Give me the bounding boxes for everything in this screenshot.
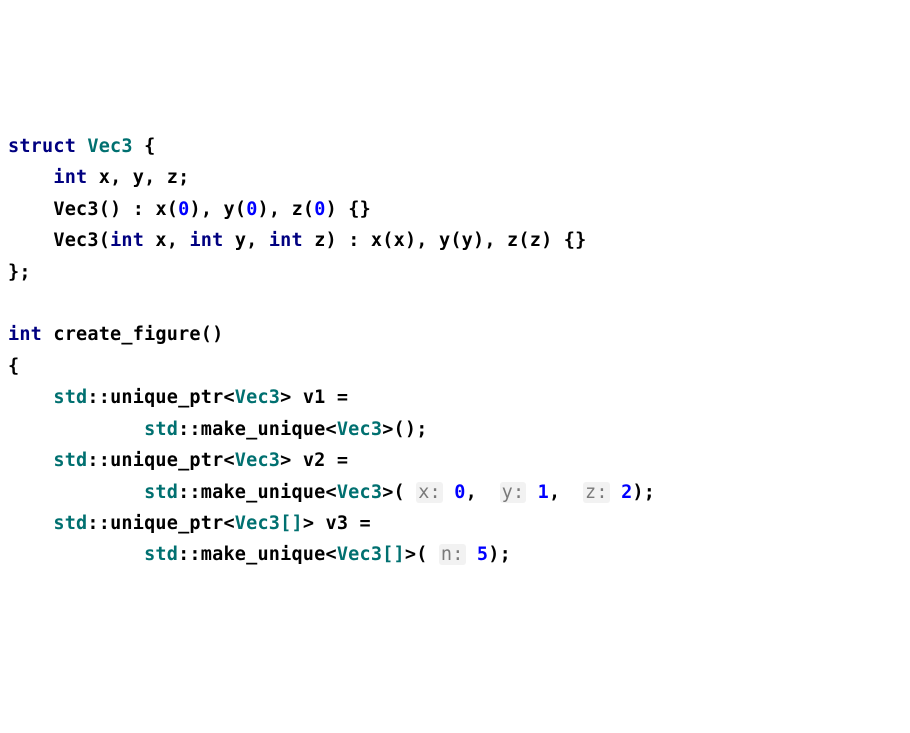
- param-hint-n: n:: [439, 544, 466, 565]
- ctor-vec3-params: Vec3: [53, 230, 98, 251]
- func-create-figure: create_figure: [53, 324, 200, 345]
- brace-open-body: {: [8, 356, 19, 377]
- ctor-vec3-default: Vec3: [53, 199, 98, 220]
- code-editor[interactable]: struct Vec3 { int x, y, z; Vec3() : x(0)…: [8, 131, 902, 571]
- keyword-struct: struct: [8, 136, 76, 157]
- param-hint-x: x:: [416, 482, 443, 503]
- field-z: z: [167, 167, 178, 188]
- type-vec3: Vec3: [87, 136, 132, 157]
- param-hint-z: z:: [583, 482, 610, 503]
- keyword-int-return: int: [8, 324, 42, 345]
- brace-close-semi: };: [8, 262, 31, 283]
- param-hint-y: y:: [500, 482, 527, 503]
- brace-open: {: [144, 136, 155, 157]
- field-x: x: [99, 167, 110, 188]
- field-y: y: [133, 167, 144, 188]
- keyword-int: int: [53, 167, 87, 188]
- var-v2: v2: [303, 450, 326, 471]
- var-v1: v1: [303, 387, 326, 408]
